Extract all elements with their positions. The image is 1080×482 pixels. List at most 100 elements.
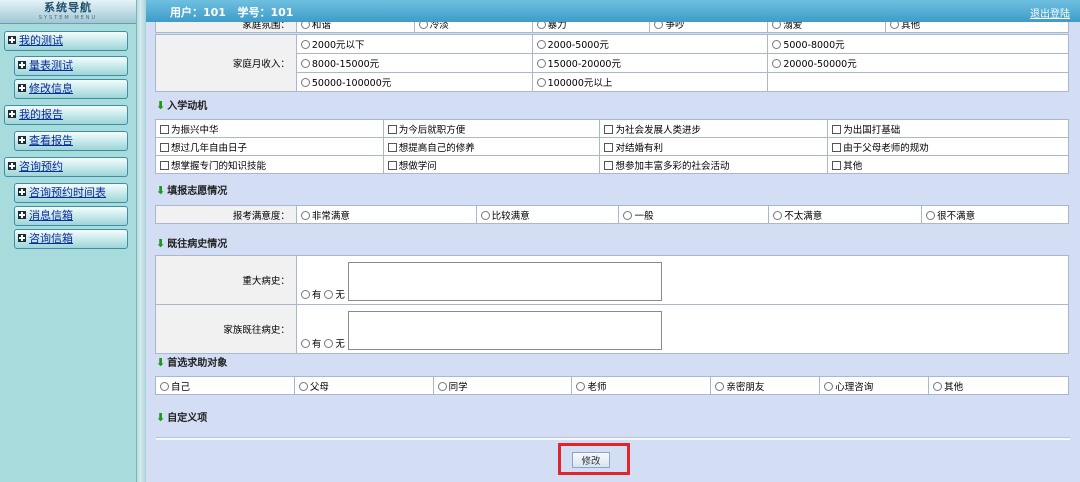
logout-link[interactable]: 退出登陆 bbox=[1030, 5, 1070, 20]
section-motivation: ⬇ 入学动机 bbox=[156, 99, 208, 112]
sidebar: 系统导航 SYSTEM MENU 我的测试 量表测试 修改信息 我的报告 查看报… bbox=[0, 0, 136, 482]
radio-icon bbox=[623, 210, 633, 220]
income-option[interactable]: 50000-100000元 bbox=[295, 72, 533, 92]
atmosphere-option[interactable]: 溺爱 bbox=[767, 22, 887, 33]
atmosphere-option[interactable]: 争吵 bbox=[649, 22, 769, 33]
motivation-option[interactable]: 想参加丰富多彩的社会活动 bbox=[599, 155, 829, 174]
radio-icon bbox=[300, 78, 310, 87]
expand-icon bbox=[8, 162, 16, 170]
expand-icon bbox=[18, 188, 26, 196]
satisfaction-label: 报考满意度： bbox=[155, 205, 297, 224]
nav-consult-inbox[interactable]: 咨询信箱 bbox=[14, 229, 128, 249]
satisfaction-option[interactable]: 比较满意 bbox=[475, 205, 620, 224]
nav-item-label: 咨询预约时间表 bbox=[29, 186, 106, 199]
nav-consult-booking[interactable]: 咨询预约 bbox=[4, 157, 128, 177]
atmosphere-option[interactable]: 其他 bbox=[885, 22, 1069, 33]
nav-view-report[interactable]: 查看报告 bbox=[14, 131, 128, 151]
satisfaction-option[interactable]: 非常满意 bbox=[295, 205, 477, 224]
main-content: 家庭氛围： 和谐 冷淡 暴力 争吵 溺爱 其他 家庭月收入： 2000元以下 2… bbox=[146, 22, 1080, 482]
sidebar-divider[interactable] bbox=[136, 0, 146, 482]
motivation-option[interactable]: 想做学问 bbox=[382, 155, 601, 174]
income-option[interactable]: 20000-50000元 bbox=[767, 53, 1069, 73]
radio-icon bbox=[300, 22, 310, 29]
nav-message-inbox[interactable]: 消息信箱 bbox=[14, 206, 128, 226]
nav-my-report[interactable]: 我的报告 bbox=[4, 105, 128, 125]
radio-icon bbox=[772, 22, 782, 29]
radio-icon[interactable] bbox=[324, 290, 334, 299]
motivation-option[interactable]: 为振兴中华 bbox=[155, 119, 384, 138]
motivation-option[interactable]: 想掌握专门的知识技能 bbox=[155, 155, 384, 174]
expand-icon bbox=[8, 110, 16, 118]
motivation-option[interactable]: 其他 bbox=[827, 155, 1069, 174]
major-history-textarea[interactable] bbox=[347, 262, 662, 301]
expand-icon bbox=[18, 234, 26, 242]
income-option[interactable]: 5000-8000元 bbox=[767, 34, 1069, 54]
down-arrow-icon: ⬇ bbox=[156, 184, 166, 197]
nav-scale-test[interactable]: 量表测试 bbox=[14, 56, 128, 76]
help-option[interactable]: 心理咨询 bbox=[819, 376, 930, 395]
nav-item-label: 修改信息 bbox=[29, 82, 73, 95]
radio-icon bbox=[480, 210, 490, 220]
checkbox-icon bbox=[832, 142, 842, 152]
help-option[interactable]: 其他 bbox=[928, 376, 1069, 395]
income-option[interactable]: 8000-15000元 bbox=[295, 53, 533, 73]
nav-item-label: 量表测试 bbox=[29, 59, 73, 72]
motivation-option[interactable]: 为出国打基础 bbox=[827, 119, 1069, 138]
checkbox-icon bbox=[604, 124, 614, 134]
atmosphere-option[interactable]: 暴力 bbox=[531, 22, 651, 33]
satisfaction-option[interactable]: 一般 bbox=[618, 205, 770, 224]
motivation-option[interactable]: 为社会发展人类进步 bbox=[599, 119, 829, 138]
radio-icon bbox=[933, 381, 943, 391]
expand-icon bbox=[18, 211, 26, 219]
radio-icon bbox=[300, 210, 310, 220]
checkbox-icon bbox=[387, 160, 397, 170]
help-option[interactable]: 老师 bbox=[571, 376, 712, 395]
checkbox-icon bbox=[832, 124, 842, 134]
motivation-option[interactable]: 想过几年自由日子 bbox=[155, 137, 384, 156]
sidebar-title-text: 系统导航 bbox=[44, 1, 92, 14]
nav-item-label: 消息信箱 bbox=[29, 209, 73, 222]
satisfaction-option[interactable]: 不太满意 bbox=[768, 205, 923, 224]
radio-icon[interactable] bbox=[300, 339, 310, 348]
income-label: 家庭月收入： bbox=[155, 34, 297, 92]
income-option[interactable]: 100000元以上 bbox=[531, 72, 769, 92]
motivation-option[interactable]: 对结婚有利 bbox=[599, 137, 829, 156]
checkbox-icon bbox=[604, 142, 614, 152]
checkbox-icon bbox=[387, 142, 397, 152]
nav-edit-info[interactable]: 修改信息 bbox=[14, 79, 128, 99]
family-atmosphere-label: 家庭氛围： bbox=[155, 22, 297, 33]
income-option[interactable]: 2000元以下 bbox=[295, 34, 533, 54]
radio-icon bbox=[654, 22, 664, 29]
family-history-textarea[interactable] bbox=[347, 311, 662, 350]
income-option[interactable]: 2000-5000元 bbox=[531, 34, 769, 54]
help-option[interactable]: 父母 bbox=[293, 376, 434, 395]
motivation-table: 为振兴中华 为今后就职方便 为社会发展人类进步 为出国打基础 想过几年自由日子 … bbox=[155, 119, 1069, 174]
radio-icon bbox=[536, 40, 546, 49]
radio-icon bbox=[418, 22, 428, 29]
nav-item-label: 查看报告 bbox=[29, 134, 73, 147]
help-option[interactable]: 亲密朋友 bbox=[710, 376, 821, 395]
radio-icon bbox=[536, 59, 546, 68]
help-option[interactable]: 同学 bbox=[432, 376, 573, 395]
radio-icon[interactable] bbox=[300, 290, 310, 299]
nav-my-test[interactable]: 我的测试 bbox=[4, 31, 128, 51]
down-arrow-icon: ⬇ bbox=[156, 237, 166, 250]
motivation-option[interactable]: 由于父母老师的规劝 bbox=[827, 137, 1069, 156]
radio-icon bbox=[437, 381, 447, 391]
atmosphere-option[interactable]: 和谐 bbox=[295, 22, 415, 33]
radio-icon bbox=[300, 59, 310, 68]
radio-icon[interactable] bbox=[324, 339, 334, 348]
satisfaction-option[interactable]: 很不满意 bbox=[921, 205, 1069, 224]
atmosphere-option[interactable]: 冷淡 bbox=[413, 22, 533, 33]
top-bar: 用户：101 学号：101 退出登陆 bbox=[146, 0, 1080, 22]
family-table: 家庭氛围： 和谐 冷淡 暴力 争吵 溺爱 其他 bbox=[155, 22, 1069, 33]
family-history-label: 家族既往病史： bbox=[155, 304, 297, 354]
sidebar-subtitle: SYSTEM MENU bbox=[38, 15, 98, 21]
motivation-option[interactable]: 为今后就职方便 bbox=[382, 119, 601, 138]
radio-icon bbox=[890, 22, 900, 29]
nav-booking-schedule[interactable]: 咨询预约时间表 bbox=[14, 183, 128, 203]
help-option[interactable]: 自己 bbox=[155, 376, 295, 395]
income-option[interactable]: 15000-20000元 bbox=[531, 53, 769, 73]
motivation-option[interactable]: 想提高自己的修养 bbox=[382, 137, 601, 156]
checkbox-icon bbox=[160, 124, 169, 134]
